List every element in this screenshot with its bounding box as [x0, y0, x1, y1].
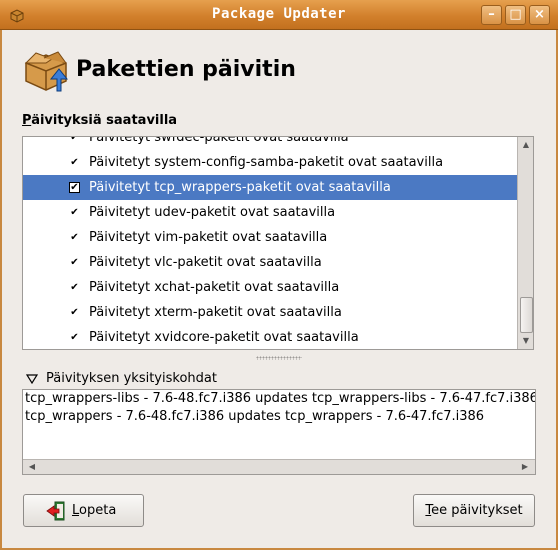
update-list-row[interactable]: ✔ Päivitetyt xvidcore-paketit ovat saatav…: [23, 325, 517, 349]
expander-arrow-icon: [26, 373, 38, 384]
details-line: tcp_wrappers-libs - 7.6-48.fc7.i386 upda…: [25, 391, 536, 406]
update-checkbox[interactable]: ✔: [69, 182, 80, 193]
scroll-up-arrow-icon[interactable]: ▲: [520, 139, 532, 151]
details-text-view[interactable]: tcp_wrappers-libs - 7.6-48.fc7.i386 upda…: [22, 389, 536, 475]
updates-list-rows: ✔ Päivitetyt swfdec-paketit ovat saatavil…: [23, 136, 517, 349]
update-checkbox[interactable]: ✔: [69, 232, 80, 243]
updates-list[interactable]: ✔ Päivitetyt swfdec-paketit ovat saatavil…: [22, 136, 534, 350]
update-label: Päivitetyt system-config-samba-paketit o…: [89, 155, 444, 170]
quit-button[interactable]: Lopeta: [23, 494, 144, 527]
update-label: Päivitetyt swfdec-paketit ovat saatavill…: [89, 136, 349, 145]
update-list-row[interactable]: ✔ Päivitetyt udev-paketit ovat saatavilla: [23, 200, 517, 225]
updates-section-label: Päivityksiä saatavilla: [22, 113, 177, 128]
apply-updates-label: Tee päivitykset: [425, 503, 523, 518]
scrollbar-thumb[interactable]: [520, 297, 533, 333]
details-expander[interactable]: Päivityksen yksityiskohdat: [26, 371, 217, 386]
window-titlebar[interactable]: Package Updater – □ ×: [0, 0, 558, 30]
pane-resize-handle[interactable]: [256, 356, 302, 360]
update-list-row[interactable]: ✔ Päivitetyt tcp_wrappers-paketit ovat sa…: [23, 175, 517, 200]
exit-door-icon: [46, 501, 65, 521]
apply-updates-button[interactable]: Tee päivitykset: [413, 494, 535, 527]
update-list-row[interactable]: ✔ Päivitetyt vlc-paketit ovat saatavilla: [23, 250, 517, 275]
package-update-icon: [24, 51, 69, 92]
quit-button-label: Lopeta: [72, 503, 117, 518]
update-label: Päivitetyt xvidcore-paketit ovat saatavi…: [89, 330, 359, 345]
scroll-right-arrow-icon[interactable]: ▶: [519, 461, 531, 473]
update-checkbox[interactable]: ✔: [69, 307, 80, 318]
update-label: Päivitetyt xterm-paketit ovat saatavilla: [89, 305, 342, 320]
update-label: Päivitetyt vim-paketit ovat saatavilla: [89, 230, 328, 245]
updates-label-mnemonic: P: [22, 113, 32, 128]
update-checkbox[interactable]: ✔: [69, 207, 80, 218]
close-button[interactable]: ×: [529, 5, 550, 25]
update-checkbox[interactable]: ✔: [69, 137, 80, 143]
window-title: Package Updater: [212, 6, 346, 22]
minimize-button[interactable]: –: [481, 5, 502, 25]
update-list-row[interactable]: ✔ Päivitetyt xterm-paketit ovat saatavill…: [23, 300, 517, 325]
details-line: tcp_wrappers - 7.6-48.fc7.i386 updates t…: [25, 409, 485, 424]
scroll-left-arrow-icon[interactable]: ◀: [26, 461, 38, 473]
update-checkbox[interactable]: ✔: [69, 332, 80, 343]
maximize-button[interactable]: □: [505, 5, 526, 25]
update-label: Päivitetyt vlc-paketit ovat saatavilla: [89, 255, 322, 270]
updates-list-scrollbar[interactable]: ▲ ▼: [517, 137, 533, 349]
scroll-down-arrow-icon[interactable]: ▼: [520, 335, 532, 347]
details-label: Päivityksen yksityiskohdat: [46, 371, 217, 386]
update-label: Päivitetyt udev-paketit ovat saatavilla: [89, 205, 336, 220]
update-label: Päivitetyt tcp_wrappers-paketit ovat saa…: [89, 180, 391, 195]
update-checkbox[interactable]: ✔: [69, 157, 80, 168]
updates-label-text: äivityksiä saatavilla: [31, 113, 178, 128]
details-horizontal-scrollbar[interactable]: ◀ ▶: [23, 459, 535, 474]
update-label: Päivitetyt xchat-paketit ovat saatavilla: [89, 280, 340, 295]
update-list-row[interactable]: ✔ Päivitetyt vim-paketit ovat saatavilla: [23, 225, 517, 250]
page-title: Pakettien päivitin: [76, 57, 296, 82]
update-list-row[interactable]: ✔ Päivitetyt system-config-samba-paketit …: [23, 150, 517, 175]
update-list-row[interactable]: ✔ Päivitetyt swfdec-paketit ovat saatavil…: [23, 136, 517, 150]
update-checkbox[interactable]: ✔: [69, 282, 80, 293]
update-list-row[interactable]: ✔ Päivitetyt xchat-paketit ovat saatavill…: [23, 275, 517, 300]
update-checkbox[interactable]: ✔: [69, 257, 80, 268]
